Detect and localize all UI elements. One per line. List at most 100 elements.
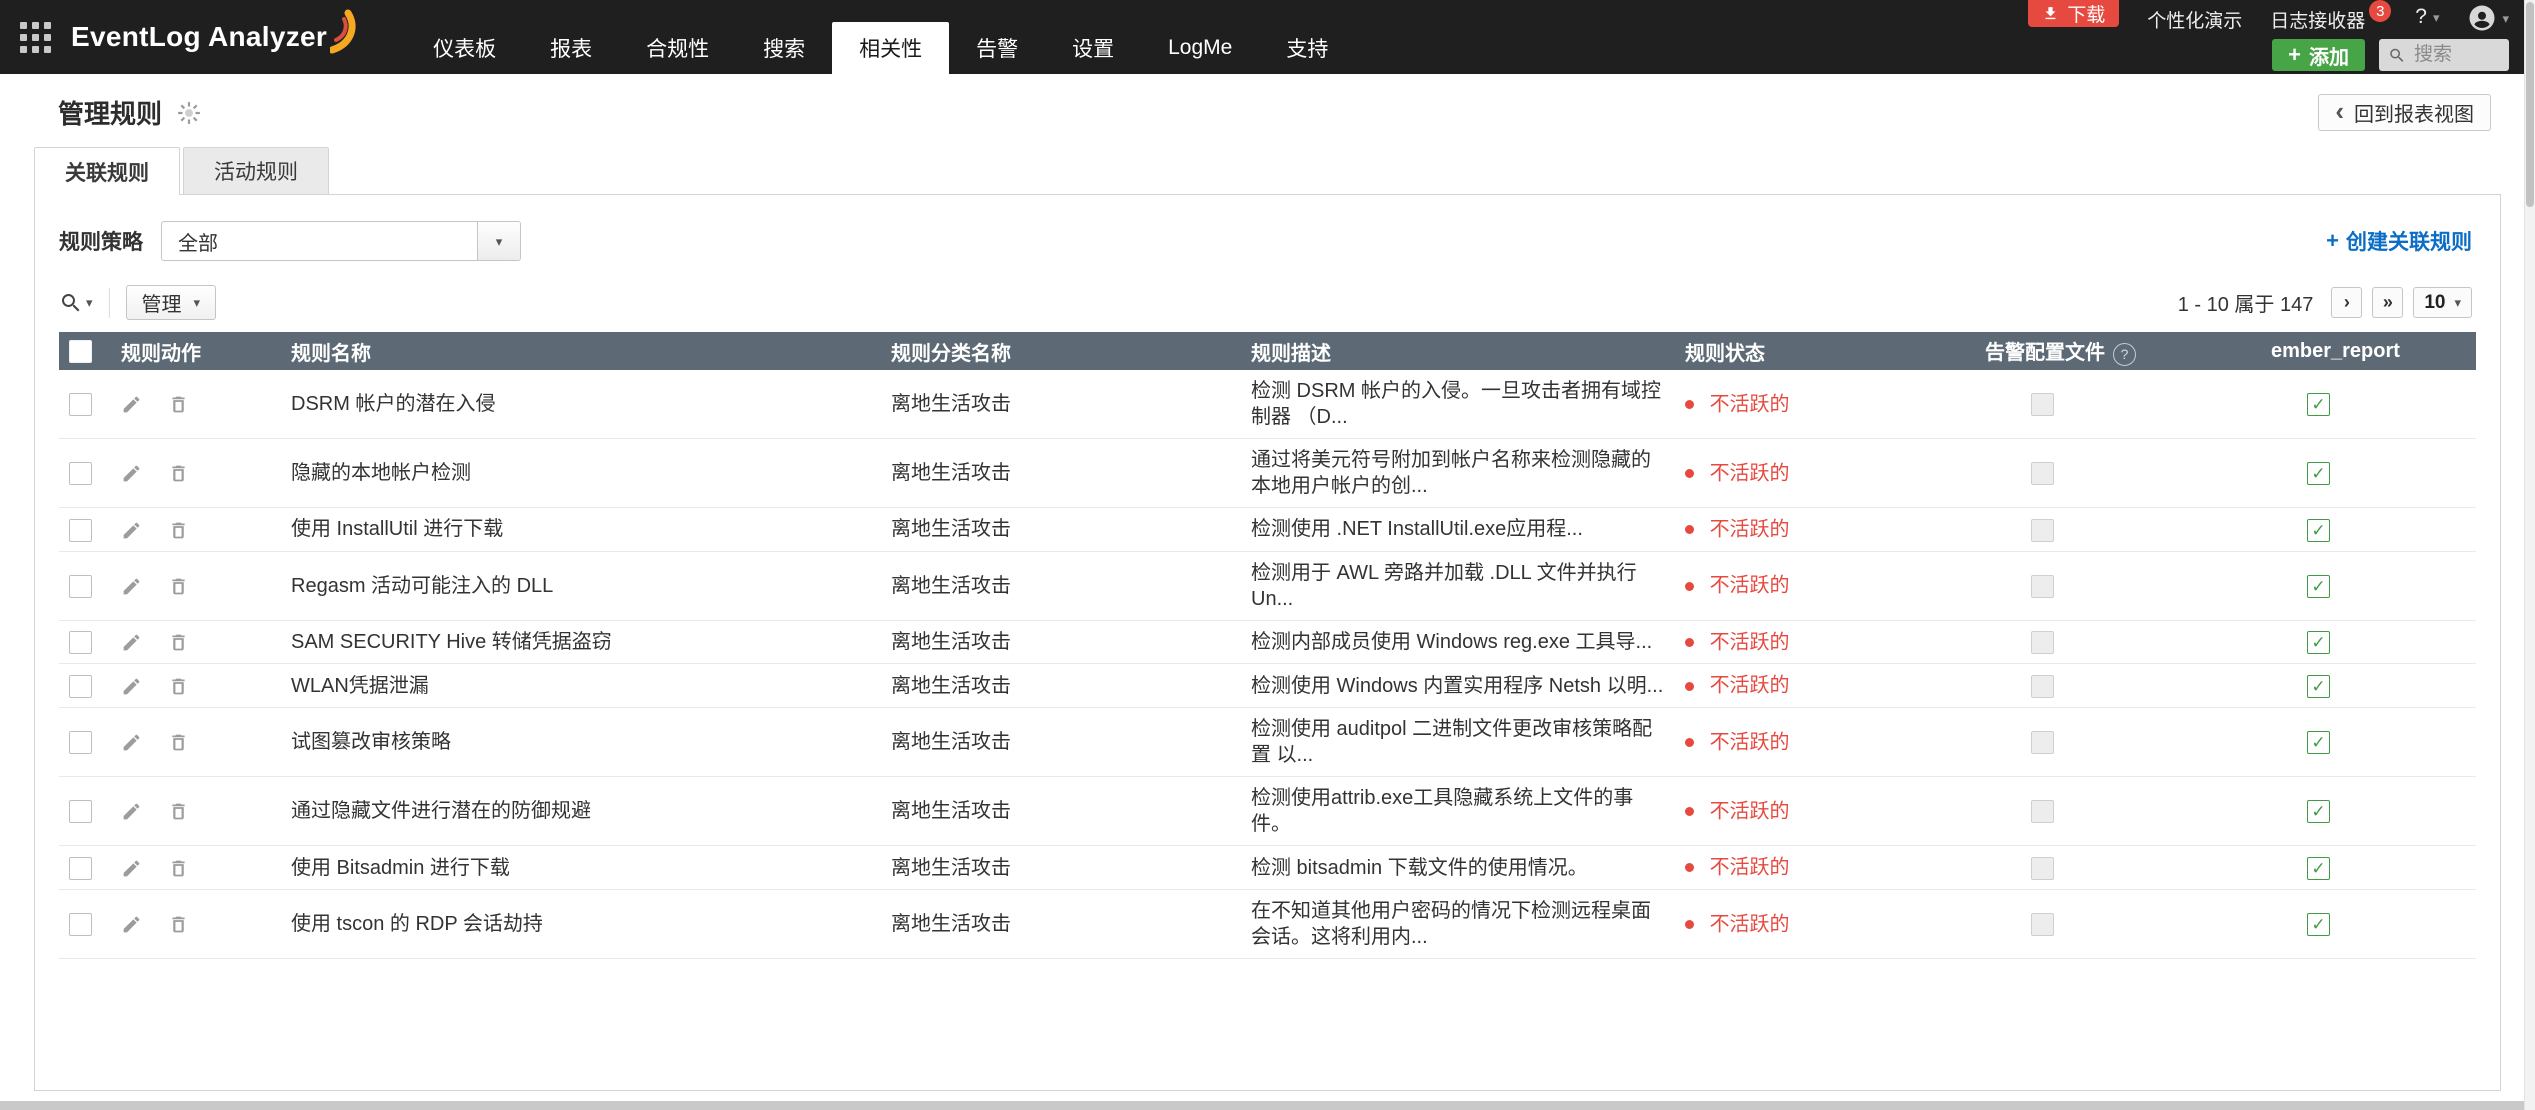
ember-report-checkbox[interactable]: ✓	[2307, 913, 2330, 936]
edit-icon[interactable]	[121, 520, 142, 541]
scrollbar[interactable]	[2524, 0, 2535, 1110]
ember-report-checkbox[interactable]: ✓	[2307, 631, 2330, 654]
nav-item-alerts[interactable]: 告警	[949, 22, 1045, 74]
app-logo[interactable]: EventLog Analyzer	[71, 0, 360, 74]
alert-profile-checkbox[interactable]	[2031, 462, 2054, 485]
log-receiver-link[interactable]: 日志接收器 3	[2270, 6, 2365, 33]
download-button[interactable]: 下载	[2028, 0, 2119, 27]
column-header-status[interactable]: 规则状态	[1675, 332, 1975, 370]
advanced-search-button[interactable]: ▾	[59, 291, 93, 315]
delete-icon[interactable]	[168, 914, 189, 935]
row-checkbox[interactable]	[69, 675, 92, 698]
nav-item-logme[interactable]: LogMe	[1141, 22, 1259, 74]
help-circle-icon[interactable]: ?	[2113, 343, 2136, 366]
edit-icon[interactable]	[121, 463, 142, 484]
delete-icon[interactable]	[168, 801, 189, 822]
delete-icon[interactable]	[168, 520, 189, 541]
delete-icon[interactable]	[168, 858, 189, 879]
alert-profile-checkbox[interactable]	[2031, 675, 2054, 698]
create-correlation-rule-link[interactable]: + 创建关联规则	[2326, 226, 2472, 256]
edit-icon[interactable]	[121, 801, 142, 822]
column-header-alert-profile[interactable]: 告警配置文件?	[1975, 332, 2261, 370]
delete-icon[interactable]	[168, 394, 189, 415]
scrollbar-thumb[interactable]	[2526, 2, 2534, 207]
alert-profile-checkbox[interactable]	[2031, 800, 2054, 823]
topbar-search[interactable]	[2379, 39, 2509, 71]
delete-icon[interactable]	[168, 576, 189, 597]
nav-item-search[interactable]: 搜索	[736, 22, 832, 74]
ember-report-checkbox[interactable]: ✓	[2307, 519, 2330, 542]
select-all-checkbox[interactable]	[69, 340, 92, 363]
delete-icon[interactable]	[168, 732, 189, 753]
alert-profile-checkbox[interactable]	[2031, 575, 2054, 598]
ember-report-checkbox[interactable]: ✓	[2307, 731, 2330, 754]
personalize-demo-link[interactable]: 个性化演示	[2147, 6, 2242, 33]
select-caret-button[interactable]: ▾	[477, 222, 520, 260]
rules-panel: 规则策略 全部 ▾ + 创建关联规则 ▾ 管理 ▾ 1 - 10 属于 147 …	[34, 194, 2501, 1091]
row-checkbox[interactable]	[69, 857, 92, 880]
last-page-button[interactable]: »	[2372, 287, 2403, 318]
next-page-button[interactable]: ›	[2331, 287, 2362, 318]
add-button[interactable]: + 添加	[2272, 39, 2365, 71]
ember-report-checkbox[interactable]: ✓	[2307, 800, 2330, 823]
ember-report-checkbox[interactable]: ✓	[2307, 675, 2330, 698]
search-input[interactable]	[2412, 43, 2500, 67]
rule-name: 使用 tscon 的 RDP 会话劫持	[291, 913, 543, 935]
edit-icon[interactable]	[121, 632, 142, 653]
ember-report-checkbox[interactable]: ✓	[2307, 462, 2330, 485]
delete-icon[interactable]	[168, 463, 189, 484]
back-to-reports-button[interactable]: ‹ 回到报表视图	[2318, 94, 2491, 131]
row-checkbox[interactable]	[69, 731, 92, 754]
status-dot-icon	[1685, 400, 1694, 409]
help-menu[interactable]: ? ▾	[2415, 5, 2439, 29]
edit-icon[interactable]	[121, 394, 142, 415]
user-avatar[interactable]: ▾	[2467, 3, 2509, 33]
edit-icon[interactable]	[121, 576, 142, 597]
edit-icon[interactable]	[121, 914, 142, 935]
edit-icon[interactable]	[121, 858, 142, 879]
column-header-description[interactable]: 规则描述	[1241, 332, 1675, 370]
tab-active-rules[interactable]: 活动规则	[183, 147, 329, 194]
rule-category: 离地生活攻击	[891, 575, 1011, 597]
nav-item-dashboard[interactable]: 仪表板	[406, 22, 523, 74]
row-checkbox[interactable]	[69, 393, 92, 416]
ember-report-checkbox[interactable]: ✓	[2307, 857, 2330, 880]
nav-item-settings[interactable]: 设置	[1045, 22, 1141, 74]
manage-dropdown-button[interactable]: 管理 ▾	[126, 285, 217, 320]
ember-report-checkbox[interactable]: ✓	[2307, 575, 2330, 598]
nav-item-support[interactable]: 支持	[1259, 22, 1355, 74]
column-header-actions[interactable]: 规则动作	[111, 332, 281, 370]
edit-icon[interactable]	[121, 732, 142, 753]
row-checkbox[interactable]	[69, 575, 92, 598]
status-dot-icon	[1685, 920, 1694, 929]
rules-table: 规则动作 规则名称 规则分类名称 规则描述 规则状态 告警配置文件? ember…	[59, 332, 2476, 959]
page-size-select[interactable]: 10 ▾	[2413, 287, 2472, 318]
row-checkbox[interactable]	[69, 519, 92, 542]
edit-icon[interactable]	[121, 676, 142, 697]
nav-item-reports[interactable]: 报表	[523, 22, 619, 74]
row-checkbox[interactable]	[69, 800, 92, 823]
row-checkbox[interactable]	[69, 631, 92, 654]
apps-grid-icon[interactable]	[20, 22, 51, 53]
rule-policy-select[interactable]: 全部 ▾	[161, 221, 521, 261]
ember-report-checkbox[interactable]: ✓	[2307, 393, 2330, 416]
alert-profile-checkbox[interactable]	[2031, 393, 2054, 416]
delete-icon[interactable]	[168, 632, 189, 653]
select-all-header[interactable]	[59, 332, 111, 370]
row-checkbox[interactable]	[69, 462, 92, 485]
delete-icon[interactable]	[168, 676, 189, 697]
column-header-name[interactable]: 规则名称	[281, 332, 881, 370]
column-header-ember-report[interactable]: ember_report	[2261, 332, 2476, 370]
row-checkbox[interactable]	[69, 913, 92, 936]
nav-item-correlation[interactable]: 相关性	[832, 22, 949, 74]
settings-gear-icon[interactable]	[176, 100, 202, 126]
alert-profile-checkbox[interactable]	[2031, 857, 2054, 880]
alert-profile-checkbox[interactable]	[2031, 731, 2054, 754]
alert-profile-checkbox[interactable]	[2031, 631, 2054, 654]
alert-profile-checkbox[interactable]	[2031, 913, 2054, 936]
alert-profile-checkbox[interactable]	[2031, 519, 2054, 542]
nav-item-compliance[interactable]: 合规性	[619, 22, 736, 74]
tab-correlation-rules[interactable]: 关联规则	[34, 147, 180, 195]
table-row: WLAN凭据泄漏 离地生活攻击 检测使用 Windows 内置实用程序 Nets…	[59, 664, 2476, 708]
column-header-category[interactable]: 规则分类名称	[881, 332, 1241, 370]
